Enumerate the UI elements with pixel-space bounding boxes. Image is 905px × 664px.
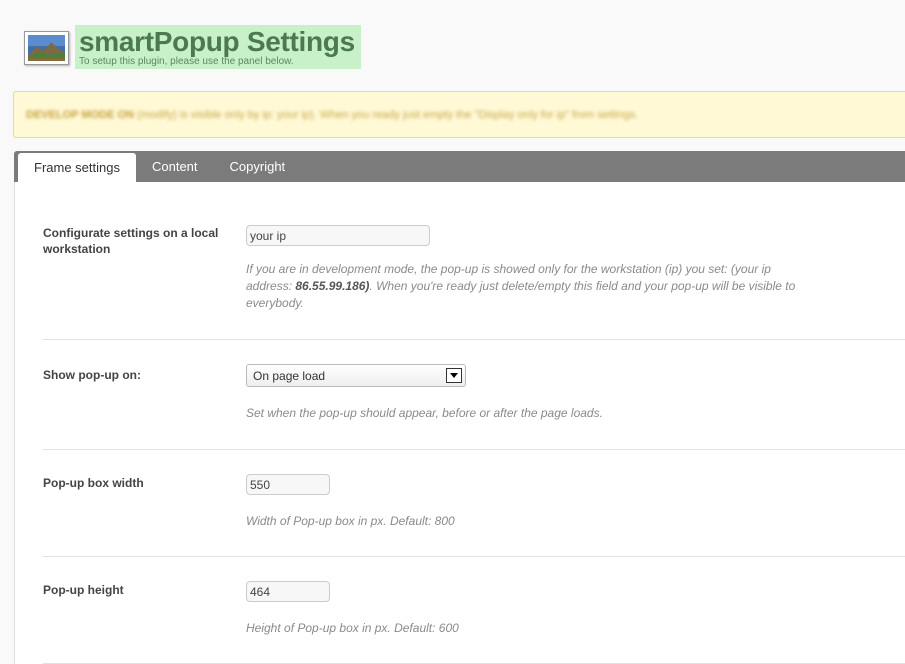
- workstation-label: Configurate settings on a local workstat…: [43, 226, 219, 256]
- notice-bold: DEVELOP MODE ON: [26, 108, 134, 121]
- height-label: Pop-up height: [43, 583, 124, 597]
- page-title: smartPopup Settings: [79, 26, 355, 57]
- show-on-field: On page load: [246, 364, 466, 387]
- notice-text: DEVELOP MODE ON (modify) is visible only…: [26, 109, 638, 121]
- height-input[interactable]: 464: [246, 581, 330, 602]
- show-on-help: Set when the pop-up should appear, befor…: [246, 406, 603, 420]
- setting-row-width: Pop-up box width 550 Width of Pop-up box…: [43, 450, 905, 557]
- settings-tabs: Frame settings Content Copyright: [14, 151, 905, 182]
- width-help: Width of Pop-up box in px. Default: 800: [246, 514, 455, 528]
- notice-message: (modify) is visible only by ip: your ip)…: [133, 108, 639, 121]
- develop-mode-notice: DEVELOP MODE ON (modify) is visible only…: [13, 91, 905, 138]
- title-highlight: smartPopup Settings To setup this plugin…: [75, 25, 361, 69]
- tab-content[interactable]: Content: [136, 153, 214, 180]
- width-label: Pop-up box width: [43, 476, 144, 490]
- height-field: 464: [246, 581, 330, 602]
- show-on-label: Show pop-up on:: [43, 368, 141, 382]
- workstation-help-ip: 86.55.99.186): [295, 279, 370, 293]
- width-field: 550: [246, 474, 330, 495]
- width-input[interactable]: 550: [246, 474, 330, 495]
- workstation-field: your ip: [246, 225, 430, 246]
- show-on-select[interactable]: On page load: [246, 364, 466, 387]
- workstation-ip-input[interactable]: your ip: [246, 225, 430, 246]
- settings-panel: Configurate settings on a local workstat…: [14, 182, 905, 664]
- height-help: Height of Pop-up box in px. Default: 600: [246, 621, 459, 635]
- tab-copyright[interactable]: Copyright: [214, 153, 302, 180]
- landscape-picture-icon: [24, 31, 69, 65]
- caret-down-icon[interactable]: [446, 368, 462, 383]
- setting-row-height: Pop-up height 464 Height of Pop-up box i…: [43, 557, 905, 664]
- setting-row-show-on: Show pop-up on: On page load Set when th…: [43, 340, 905, 450]
- page-header: smartPopup Settings To setup this plugin…: [24, 25, 361, 69]
- tab-frame-settings[interactable]: Frame settings: [18, 153, 136, 182]
- setting-row-workstation: Configurate settings on a local workstat…: [43, 182, 905, 340]
- show-on-selected-value: On page load: [253, 368, 326, 383]
- page-subtitle: To setup this plugin, please use the pan…: [79, 56, 294, 67]
- workstation-help: If you are in development mode, the pop-…: [246, 261, 806, 312]
